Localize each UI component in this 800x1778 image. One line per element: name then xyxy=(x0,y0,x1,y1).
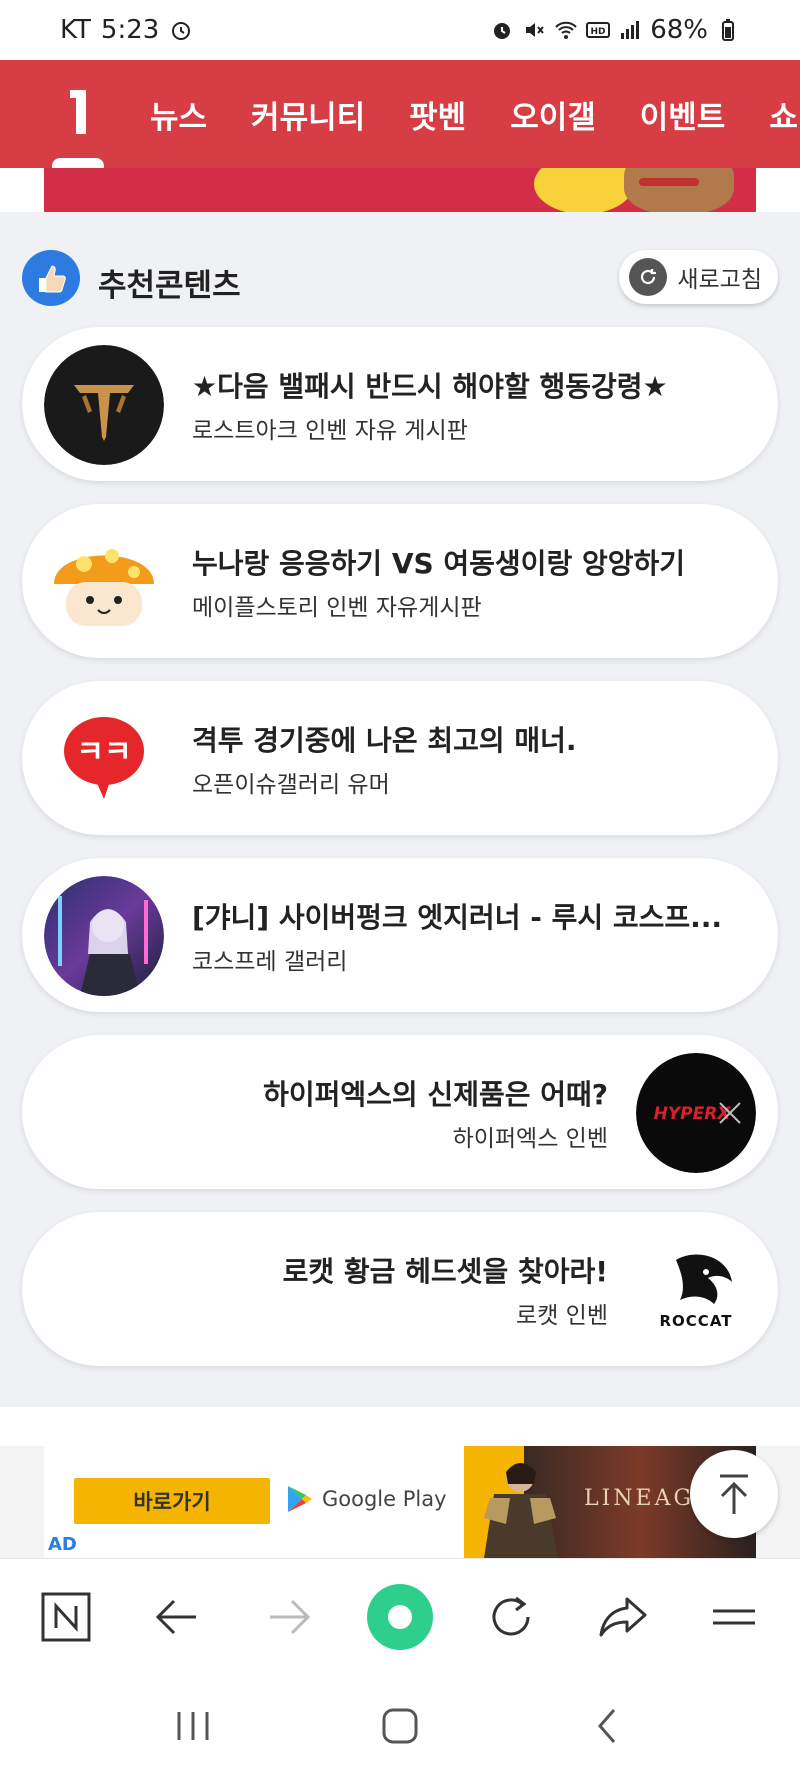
refresh-icon xyxy=(492,1596,530,1635)
chevron-left-icon xyxy=(597,1709,615,1743)
ad-inner: 바로가기 Google Play LINEAGE AD xyxy=(44,1446,756,1558)
card-source: 코스프레 갤러리 xyxy=(192,949,348,975)
svg-text:HD: HD xyxy=(591,27,606,37)
mute-icon xyxy=(522,18,546,42)
badge-text: ㅋㅋ xyxy=(76,735,131,770)
ad-go-button[interactable]: 바로가기 xyxy=(74,1478,270,1524)
wifi-icon xyxy=(554,18,578,42)
back-icon xyxy=(156,1599,197,1634)
nav-item-oigal[interactable]: 오이갤 xyxy=(510,92,596,137)
content-card-maplestory[interactable]: 누나랑 응응하기 VS 여동생이랑 앙앙하기 메이플스토리 인벤 자유게시판 xyxy=(22,504,778,658)
banner-collar xyxy=(639,178,699,186)
mushroom-icon xyxy=(44,522,164,642)
roccat-logo-icon: ROCCAT xyxy=(636,1230,756,1350)
banner-bear-image xyxy=(624,168,734,212)
card-title: 격투 경기중에 나온 최고의 매너. xyxy=(192,724,577,757)
nav-item-event[interactable]: 이벤트 xyxy=(640,92,726,137)
home-icon xyxy=(382,1708,418,1744)
banner-chick-image xyxy=(534,168,634,212)
system-nav-bar xyxy=(0,1674,800,1778)
battery-icon xyxy=(716,18,740,42)
battery-label: 68% xyxy=(650,15,708,45)
google-play-badge: Google Play xyxy=(286,1484,447,1514)
google-play-icon xyxy=(288,1486,312,1512)
scroll-to-top-button[interactable] xyxy=(690,1450,778,1538)
recent-apps-button[interactable] xyxy=(163,1696,223,1756)
card-source: 메이플스토리 인벤 자유게시판 xyxy=(192,595,482,621)
content-card-hyperx[interactable]: 하이퍼엑스의 신제품은 어때? 하이퍼엑스 인벤 HYPERX xyxy=(22,1035,778,1189)
card-title: ★다음 밸패시 반드시 해야할 행동강령★ xyxy=(192,370,668,403)
ad-warrior-figure xyxy=(484,1463,558,1558)
card-source: 로캣 인벤 xyxy=(516,1303,608,1329)
status-bar: KT 5:23 HD 68% xyxy=(0,0,800,60)
roccat-wordmark: ROCCAT xyxy=(660,1312,733,1330)
share-icon xyxy=(599,1597,647,1636)
recommend-section: 추천콘텐츠 새로고침 ★다음 밸패시 반드시 해야할 행동강령★ 로스트아크 인… xyxy=(0,212,800,1407)
forward-button[interactable] xyxy=(253,1581,325,1653)
reload-button[interactable] xyxy=(475,1581,547,1653)
back-button[interactable] xyxy=(141,1581,213,1653)
hyperx-logo-icon: HYPERX xyxy=(636,1053,756,1173)
nav-item-news[interactable]: 뉴스 xyxy=(150,92,207,137)
alarm-filled-icon xyxy=(490,18,514,42)
ad-label: AD xyxy=(48,1534,77,1555)
card-title: 하이퍼엑스의 신제품은 어때? xyxy=(263,1078,608,1111)
system-back-button[interactable] xyxy=(577,1696,637,1756)
content-card-roccat[interactable]: 로캣 황금 헤드셋을 찾아라! 로캣 인벤 ROCCAT xyxy=(22,1212,778,1366)
content-card-cosplay[interactable]: [갸니] 사이버펑크 엣지러너 - 루시 코스프... 코스프레 갤러리 xyxy=(22,858,778,1012)
nav-item-podcast[interactable]: 팟벤 xyxy=(409,92,466,137)
home-button[interactable] xyxy=(370,1696,430,1756)
speech-bubble-icon: ㅋㅋ xyxy=(44,699,164,819)
hyperx-wordmark: HYPERX xyxy=(654,1104,732,1124)
card-title: 로캣 황금 헤드셋을 찾아라! xyxy=(282,1255,608,1288)
browser-toolbar xyxy=(0,1558,800,1674)
lostark-logo-icon xyxy=(44,345,164,465)
green-dot-button[interactable] xyxy=(364,1581,436,1653)
refresh-button[interactable]: 새로고침 xyxy=(619,250,778,304)
menu-button[interactable] xyxy=(698,1581,770,1653)
time-label: 5:23 xyxy=(100,15,160,45)
logo-tab-indicator xyxy=(52,158,104,168)
inven-logo[interactable] xyxy=(66,90,92,134)
naver-home-button[interactable] xyxy=(30,1581,102,1653)
arrow-up-icon xyxy=(720,1474,748,1514)
signal-icon xyxy=(618,18,642,42)
recommend-header: 추천콘텐츠 새로고침 xyxy=(22,250,778,306)
share-button[interactable] xyxy=(587,1581,659,1653)
content-card-openissue[interactable]: ㅋㅋ 격투 경기중에 나온 최고의 매너. 오픈이슈갤러리 유머 xyxy=(22,681,778,835)
card-source: 하이퍼엑스 인벤 xyxy=(452,1126,608,1152)
top-banner[interactable] xyxy=(44,168,756,212)
ad-banner[interactable]: 바로가기 Google Play LINEAGE AD xyxy=(0,1446,800,1558)
cosplay-photo xyxy=(44,876,164,996)
card-title: 누나랑 응응하기 VS 여동생이랑 앙앙하기 xyxy=(192,547,685,580)
green-dot-icon xyxy=(366,1583,433,1650)
refresh-label: 새로고침 xyxy=(677,267,762,293)
nav-item-shop[interactable]: 쇼 xyxy=(769,92,798,137)
forward-icon xyxy=(269,1599,310,1634)
refresh-circle-icon xyxy=(629,258,668,296)
card-source: 오픈이슈갤러리 유머 xyxy=(192,772,390,798)
card-title: [갸니] 사이버펑크 엣지러너 - 루시 코스프... xyxy=(192,901,723,934)
google-play-label: Google Play xyxy=(322,1487,447,1511)
alarm-icon xyxy=(169,18,193,42)
recent-apps-icon xyxy=(177,1712,209,1740)
recommend-title: 추천콘텐츠 xyxy=(98,268,241,304)
content-card-lostark[interactable]: ★다음 밸패시 반드시 해야할 행동강령★ 로스트아크 인벤 자유 게시판 xyxy=(22,327,778,481)
card-source: 로스트아크 인벤 자유 게시판 xyxy=(192,418,468,444)
thumbs-up-icon xyxy=(22,250,80,306)
menu-icon xyxy=(713,1609,756,1624)
carrier-label: KT xyxy=(60,15,91,45)
hd-icon: HD xyxy=(586,18,611,42)
naver-home-icon xyxy=(41,1592,91,1641)
nav-item-community[interactable]: 커뮤니티 xyxy=(251,92,365,137)
top-nav: 뉴스 커뮤니티 팟벤 오이갤 이벤트 쇼 xyxy=(0,60,800,168)
